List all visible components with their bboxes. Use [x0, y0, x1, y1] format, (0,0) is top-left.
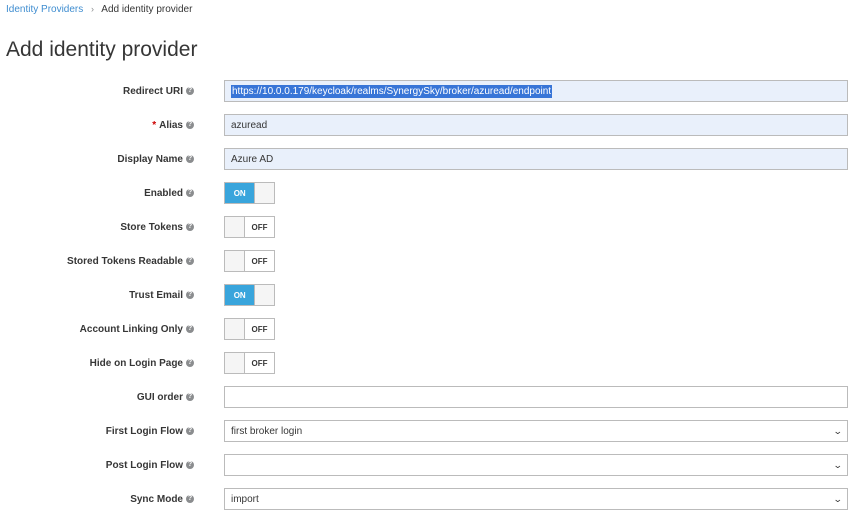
toggle-handle [254, 183, 274, 203]
store-tokens-toggle-state: OFF [245, 217, 274, 237]
account-linking-only-toggle-state: OFF [245, 319, 274, 339]
stored-tokens-readable-toggle-state: OFF [245, 251, 274, 271]
help-icon[interactable]: ? [186, 359, 194, 367]
toggle-handle [225, 217, 245, 237]
trust-email-label: Trust Email ? [129, 289, 194, 301]
sync-mode-label: Sync Mode ? [130, 493, 194, 505]
alias-label: * Alias ? [152, 119, 194, 131]
help-icon[interactable]: ? [186, 291, 194, 299]
stored-tokens-readable-label: Stored Tokens Readable ? [67, 255, 194, 267]
help-icon[interactable]: ? [186, 87, 194, 95]
enabled-toggle-state: ON [225, 183, 255, 203]
first-login-flow-row: First Login Flow ? first broker login ⌄ [0, 420, 851, 442]
toggle-handle [225, 319, 245, 339]
account-linking-only-row: Account Linking Only ? OFF [0, 318, 851, 340]
post-login-flow-row: Post Login Flow ? ⌄ [0, 454, 851, 476]
chevron-down-icon: ⌄ [833, 493, 844, 504]
chevron-down-icon: ⌄ [833, 459, 844, 470]
account-linking-only-toggle[interactable]: OFF [224, 318, 275, 340]
store-tokens-label: Store Tokens ? [120, 221, 194, 233]
first-login-flow-value: first broker login [231, 425, 303, 437]
stored-tokens-readable-row: Stored Tokens Readable ? OFF [0, 250, 851, 272]
help-icon[interactable]: ? [186, 427, 194, 435]
help-icon[interactable]: ? [186, 189, 194, 197]
help-icon[interactable]: ? [186, 495, 194, 503]
help-icon[interactable]: ? [186, 393, 194, 401]
breadcrumb-current: Add identity provider [101, 4, 193, 15]
enabled-row: Enabled ? ON [0, 182, 851, 204]
hide-on-login-page-label: Hide on Login Page ? [89, 357, 194, 369]
post-login-flow-select[interactable]: ⌄ [224, 454, 848, 476]
trust-email-toggle-state: ON [225, 285, 255, 305]
page-title: Add identity provider [6, 38, 198, 61]
gui-order-label: GUI order ? [136, 391, 194, 403]
help-icon[interactable]: ? [186, 155, 194, 163]
sync-mode-value: import [231, 493, 259, 505]
enabled-label: Enabled ? [144, 187, 194, 199]
toggle-handle [225, 251, 245, 271]
hide-on-login-page-toggle[interactable]: OFF [224, 352, 275, 374]
redirect-uri-row: Redirect URI ? https://10.0.0.179/keyclo… [0, 80, 851, 102]
display-name-label: Display Name ? [117, 153, 194, 165]
account-linking-only-label: Account Linking Only ? [79, 323, 194, 335]
hide-on-login-page-row: Hide on Login Page ? OFF [0, 352, 851, 374]
gui-order-row: GUI order ? [0, 386, 851, 408]
help-icon[interactable]: ? [186, 121, 194, 129]
redirect-uri-field[interactable]: https://10.0.0.179/keycloak/realms/Syner… [224, 80, 848, 102]
hide-on-login-page-toggle-state: OFF [245, 353, 274, 373]
redirect-uri-label: Redirect URI ? [122, 85, 194, 97]
store-tokens-toggle[interactable]: OFF [224, 216, 275, 238]
first-login-flow-label: First Login Flow ? [105, 425, 194, 437]
enabled-toggle[interactable]: ON [224, 182, 275, 204]
display-name-field[interactable]: Azure AD [224, 148, 848, 170]
help-icon[interactable]: ? [186, 257, 194, 265]
gui-order-field[interactable] [224, 386, 848, 408]
display-name-value: Azure AD [231, 153, 274, 165]
chevron-down-icon: ⌄ [833, 425, 844, 436]
post-login-flow-label: Post Login Flow ? [105, 459, 194, 471]
toggle-handle [254, 285, 274, 305]
stored-tokens-readable-toggle[interactable]: OFF [224, 250, 275, 272]
alias-row: * Alias ? azuread [0, 114, 851, 136]
help-icon[interactable]: ? [186, 325, 194, 333]
breadcrumb-separator: › [91, 4, 95, 14]
breadcrumb-identity-providers-link[interactable]: Identity Providers [6, 4, 83, 15]
sync-mode-row: Sync Mode ? import ⌄ [0, 488, 851, 510]
breadcrumb: Identity Providers › Add identity provid… [6, 2, 192, 17]
toggle-handle [225, 353, 245, 373]
alias-field[interactable]: azuread [224, 114, 848, 136]
help-icon[interactable]: ? [186, 223, 194, 231]
trust-email-toggle[interactable]: ON [224, 284, 275, 306]
sync-mode-select[interactable]: import ⌄ [224, 488, 848, 510]
first-login-flow-select[interactable]: first broker login ⌄ [224, 420, 848, 442]
alias-value: azuread [231, 119, 268, 131]
help-icon[interactable]: ? [186, 461, 194, 469]
redirect-uri-value: https://10.0.0.179/keycloak/realms/Syner… [231, 84, 553, 98]
required-marker: * [152, 119, 157, 131]
trust-email-row: Trust Email ? ON [0, 284, 851, 306]
display-name-row: Display Name ? Azure AD [0, 148, 851, 170]
store-tokens-row: Store Tokens ? OFF [0, 216, 851, 238]
